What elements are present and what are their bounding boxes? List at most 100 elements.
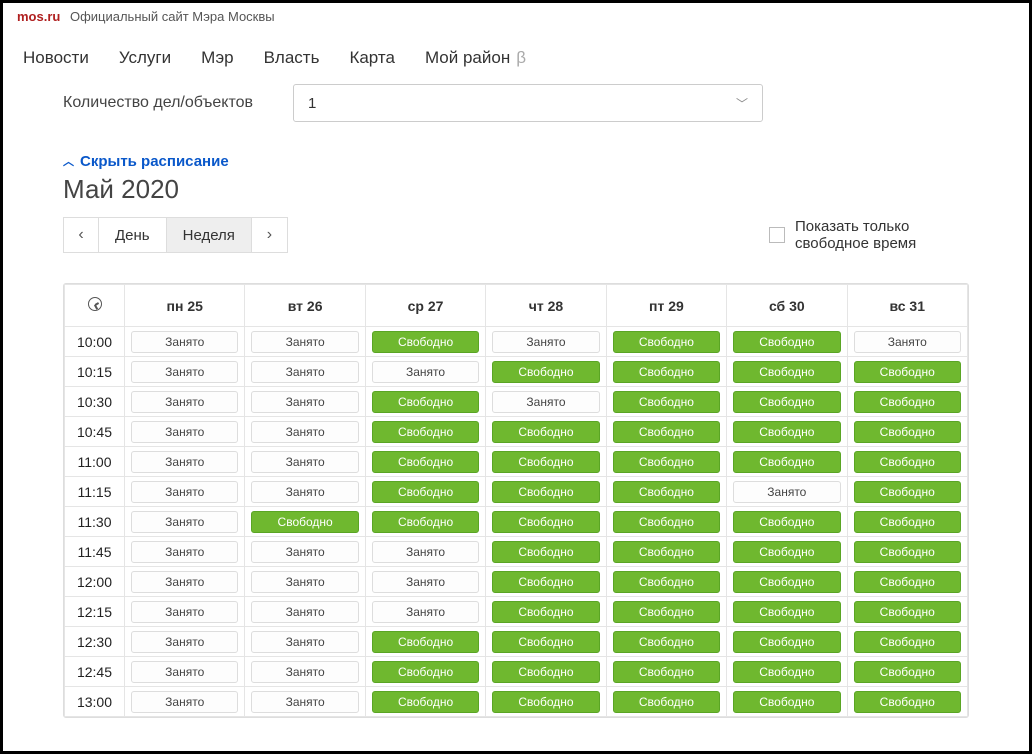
slot-free[interactable]: Свободно [613,391,720,413]
slot-free[interactable]: Свободно [613,631,720,653]
slot-free[interactable]: Свободно [613,331,720,353]
slot-free[interactable]: Свободно [854,361,961,383]
slot-free[interactable]: Свободно [613,481,720,503]
slot-free[interactable]: Свободно [854,451,961,473]
slot-busy[interactable]: Занято [251,631,358,653]
slot-free[interactable]: Свободно [372,451,479,473]
slot-busy[interactable]: Занято [372,361,479,383]
slot-free[interactable]: Свободно [492,421,599,443]
slot-busy[interactable]: Занято [251,661,358,683]
slot-busy[interactable]: Занято [131,421,238,443]
slot-free[interactable]: Свободно [854,421,961,443]
slot-free[interactable]: Свободно [613,541,720,563]
nav-services[interactable]: Услуги [119,48,171,68]
slot-free[interactable]: Свободно [492,661,599,683]
slot-busy[interactable]: Занято [492,391,599,413]
slot-free[interactable]: Свободно [733,541,840,563]
slot-busy[interactable]: Занято [131,661,238,683]
slot-free[interactable]: Свободно [492,451,599,473]
slot-free[interactable]: Свободно [372,511,479,533]
slot-free[interactable]: Свободно [613,361,720,383]
slot-free[interactable]: Свободно [613,571,720,593]
brand[interactable]: mos.ru [17,9,60,24]
slot-free[interactable]: Свободно [613,691,720,713]
nav-mayor[interactable]: Мэр [201,48,233,68]
slot-busy[interactable]: Занято [131,481,238,503]
slot-busy[interactable]: Занято [131,631,238,653]
slot-busy[interactable]: Занято [492,331,599,353]
count-select[interactable]: 1 ﹀ [293,84,763,122]
slot-free[interactable]: Свободно [492,571,599,593]
slot-free[interactable]: Свободно [854,631,961,653]
slot-free[interactable]: Свободно [733,331,840,353]
slot-busy[interactable]: Занято [251,331,358,353]
slot-busy[interactable]: Занято [251,691,358,713]
slot-free[interactable]: Свободно [613,421,720,443]
show-free-toggle[interactable]: Показать только свободное время [769,218,969,252]
slot-busy[interactable]: Занято [131,511,238,533]
slot-busy[interactable]: Занято [733,481,840,503]
slot-busy[interactable]: Занято [131,541,238,563]
slot-free[interactable]: Свободно [733,511,840,533]
slot-free[interactable]: Свободно [854,511,961,533]
slot-free[interactable]: Свободно [733,361,840,383]
slot-free[interactable]: Свободно [492,601,599,623]
nav-district[interactable]: Мой район [425,48,510,68]
slot-busy[interactable]: Занято [131,331,238,353]
slot-busy[interactable]: Занято [131,571,238,593]
slot-busy[interactable]: Занято [372,571,479,593]
slot-free[interactable]: Свободно [372,331,479,353]
slot-free[interactable]: Свободно [733,391,840,413]
slot-free[interactable]: Свободно [733,451,840,473]
slot-busy[interactable]: Занято [251,451,358,473]
nav-map[interactable]: Карта [349,48,395,68]
slot-free[interactable]: Свободно [372,481,479,503]
slot-free[interactable]: Свободно [854,481,961,503]
slot-busy[interactable]: Занято [372,601,479,623]
slot-free[interactable]: Свободно [372,421,479,443]
slot-free[interactable]: Свободно [372,661,479,683]
slot-free[interactable]: Свободно [492,481,599,503]
slot-free[interactable]: Свободно [492,631,599,653]
slot-free[interactable]: Свободно [613,511,720,533]
slot-free[interactable]: Свободно [854,601,961,623]
slot-free[interactable]: Свободно [613,451,720,473]
slot-busy[interactable]: Занято [131,361,238,383]
slot-busy[interactable]: Занято [131,601,238,623]
slot-free[interactable]: Свободно [854,391,961,413]
slot-busy[interactable]: Занято [251,391,358,413]
week-button[interactable]: Неделя [167,217,252,253]
slot-busy[interactable]: Занято [372,541,479,563]
toggle-schedule[interactable]: ︿ Скрыть расписание [63,153,229,170]
slot-busy[interactable]: Занято [251,601,358,623]
slot-free[interactable]: Свободно [854,571,961,593]
slot-busy[interactable]: Занято [251,541,358,563]
slot-free[interactable]: Свободно [613,661,720,683]
slot-busy[interactable]: Занято [251,571,358,593]
slot-busy[interactable]: Занято [854,331,961,353]
slot-free[interactable]: Свободно [854,541,961,563]
nav-authority[interactable]: Власть [264,48,320,68]
slot-free[interactable]: Свободно [733,571,840,593]
next-button[interactable]: › [252,217,288,253]
slot-free[interactable]: Свободно [733,601,840,623]
nav-news[interactable]: Новости [23,48,89,68]
slot-busy[interactable]: Занято [131,691,238,713]
slot-free[interactable]: Свободно [733,661,840,683]
slot-free[interactable]: Свободно [492,541,599,563]
slot-busy[interactable]: Занято [131,451,238,473]
slot-free[interactable]: Свободно [613,601,720,623]
day-button[interactable]: День [99,217,167,253]
slot-free[interactable]: Свободно [854,661,961,683]
slot-busy[interactable]: Занято [251,481,358,503]
slot-free[interactable]: Свободно [492,361,599,383]
slot-busy[interactable]: Занято [251,361,358,383]
slot-free[interactable]: Свободно [854,691,961,713]
slot-free[interactable]: Свободно [251,511,358,533]
slot-free[interactable]: Свободно [492,691,599,713]
prev-button[interactable]: ‹ [63,217,99,253]
slot-busy[interactable]: Занято [131,391,238,413]
slot-free[interactable]: Свободно [733,631,840,653]
slot-free[interactable]: Свободно [372,391,479,413]
slot-free[interactable]: Свободно [733,691,840,713]
